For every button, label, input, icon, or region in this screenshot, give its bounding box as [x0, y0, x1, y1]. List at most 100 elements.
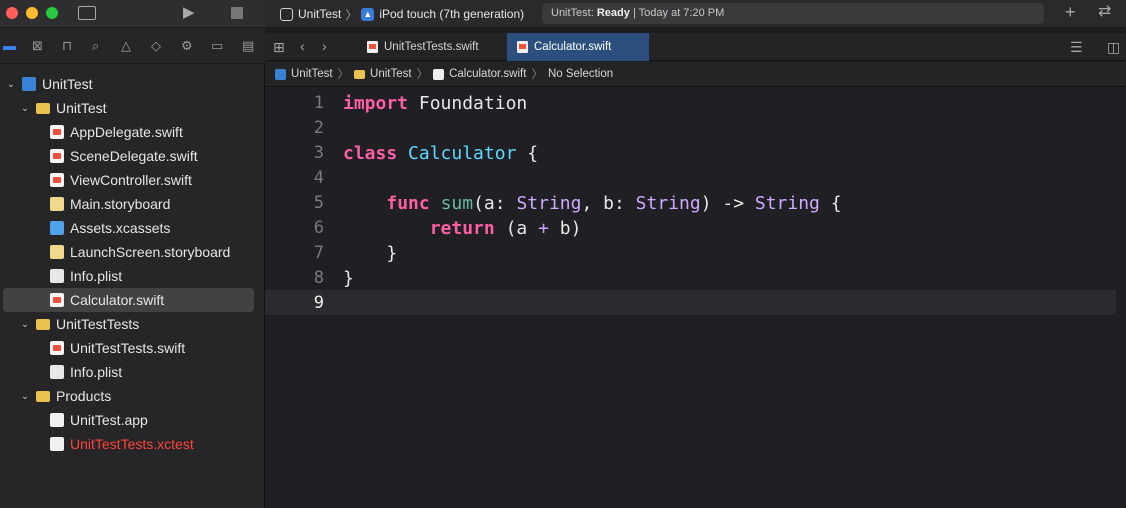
- breakpoint-icon[interactable]: ▭: [211, 39, 223, 52]
- breadcrumb-item[interactable]: UnitTest: [370, 68, 412, 80]
- swift-icon: [50, 173, 64, 187]
- code-line[interactable]: func sum(a: String, b: String) -> String…: [343, 191, 841, 216]
- swift-icon: [50, 293, 64, 307]
- assets-icon: [50, 221, 64, 235]
- forward-icon[interactable]: ›: [322, 39, 327, 53]
- line-number: 2: [313, 118, 324, 138]
- scheme-icon: [280, 7, 293, 21]
- code-token: Calculator: [408, 143, 517, 164]
- tree-item-label: Main.storyboard: [70, 196, 171, 212]
- disclosure-chevron-icon[interactable]: ⌄: [20, 103, 30, 114]
- code-line[interactable]: }: [343, 266, 354, 291]
- line-number: 5: [313, 193, 324, 213]
- line-number: 9: [313, 293, 324, 313]
- tree-item[interactable]: LaunchScreen.storyboard: [0, 240, 265, 264]
- scheme-selector[interactable]: UnitTest 〉 ▲ iPod touch (7th generation): [280, 6, 524, 22]
- code-line[interactable]: }: [343, 241, 397, 266]
- folder-icon: [36, 102, 50, 114]
- close-window-button[interactable]: [6, 7, 18, 19]
- products-icon: [36, 390, 50, 402]
- tree-item[interactable]: Calculator.swift: [3, 288, 254, 312]
- breadcrumb: UnitTest 〉 UnitTest 〉 Calculator.swift 〉…: [265, 62, 1126, 87]
- code-token: Foundation: [408, 93, 528, 114]
- app-icon: [50, 413, 64, 427]
- folder-icon: [354, 69, 366, 79]
- tree-item[interactable]: Assets.xcassets: [0, 216, 265, 240]
- code-review-icon[interactable]: ⇄: [1098, 4, 1111, 20]
- code-token: {: [516, 143, 539, 164]
- code-token: class: [343, 143, 398, 164]
- project-navigator-icon[interactable]: ▬: [3, 39, 16, 52]
- tree-item-label: LaunchScreen.storyboard: [70, 244, 231, 260]
- symbol-navigator-icon[interactable]: ⊓: [62, 39, 72, 52]
- tree-item[interactable]: ⌄ UnitTestTests: [0, 312, 265, 336]
- source-editor[interactable]: 1 import Foundation 2 3 class Calculator {4 5…: [265, 87, 1126, 508]
- editor-options-icon[interactable]: ☰: [1070, 40, 1083, 54]
- stop-icon[interactable]: [231, 7, 243, 19]
- code-line[interactable]: import Foundation: [343, 91, 527, 116]
- test-icon[interactable]: ◇: [151, 39, 161, 52]
- breadcrumb-item[interactable]: Calculator.swift: [449, 68, 526, 80]
- status-state: Ready: [596, 7, 630, 19]
- tree-item[interactable]: UnitTest.app: [0, 408, 265, 432]
- sidebar-toggle-icon[interactable]: [78, 6, 96, 20]
- scheme-label: UnitTest: [298, 7, 342, 21]
- tree-item[interactable]: AppDelegate.swift: [0, 120, 265, 144]
- zoom-window-button[interactable]: [46, 7, 58, 19]
- tree-item[interactable]: UnitTestTests.xctest: [0, 432, 265, 456]
- tree-item[interactable]: ⌄ Products: [0, 384, 265, 408]
- device-icon: ▲: [361, 7, 375, 21]
- tab-label: UnitTestTests.swift: [384, 41, 479, 53]
- tab-unittesttests[interactable]: UnitTestTests.swift: [357, 33, 506, 61]
- source-control-icon[interactable]: ⊠: [32, 39, 43, 52]
- disclosure-chevron-icon[interactable]: ⌄: [6, 79, 16, 90]
- split-editor-icon[interactable]: ◫: [1107, 40, 1120, 54]
- editor-tab-bar: ⊞ ‹ › UnitTestTests.swift Calculator.swi…: [265, 33, 1126, 61]
- code-token: (a: [494, 218, 539, 239]
- breadcrumb-item[interactable]: UnitTest: [291, 68, 333, 80]
- line-number: 3: [313, 143, 324, 163]
- tree-item-label: Assets.xcassets: [70, 220, 171, 236]
- tree-item[interactable]: Main.storyboard: [0, 192, 265, 216]
- minimize-window-button[interactable]: [26, 7, 38, 19]
- disclosure-chevron-icon[interactable]: ⌄: [20, 391, 30, 402]
- chevron-right-icon: 〉: [337, 69, 350, 81]
- report-icon[interactable]: ▤: [242, 39, 254, 52]
- run-icon[interactable]: ▶: [183, 5, 195, 20]
- tree-item-label: UnitTest: [42, 76, 93, 92]
- project-icon: [275, 68, 286, 80]
- tree-item-label: Info.plist: [70, 268, 123, 284]
- issue-icon[interactable]: △: [121, 39, 131, 52]
- folder-icon: [36, 318, 50, 330]
- code-line[interactable]: class Calculator {: [343, 141, 538, 166]
- tree-item[interactable]: ⌄ UnitTest: [0, 72, 265, 96]
- tree-item-label: UnitTest: [56, 100, 107, 116]
- code-line[interactable]: return (a + b): [343, 216, 582, 241]
- tree-item-label: AppDelegate.swift: [70, 124, 183, 140]
- breadcrumb-item[interactable]: No Selection: [548, 68, 613, 80]
- tree-item[interactable]: UnitTestTests.swift: [0, 336, 265, 360]
- tree-item[interactable]: Info.plist: [0, 360, 265, 384]
- tree-item[interactable]: ViewController.swift: [0, 168, 265, 192]
- tree-item-label: Info.plist: [70, 364, 123, 380]
- add-icon[interactable]: +: [1065, 3, 1076, 21]
- tree-item[interactable]: Info.plist: [0, 264, 265, 288]
- tree-item[interactable]: SceneDelegate.swift: [0, 144, 265, 168]
- line-number: 1: [313, 93, 324, 113]
- debug-icon[interactable]: ⚙: [181, 39, 193, 52]
- line-number: 7: [313, 243, 324, 263]
- disclosure-chevron-icon[interactable]: ⌄: [20, 319, 30, 330]
- code-token: sum: [440, 193, 474, 214]
- status-app: UnitTest:: [551, 7, 594, 19]
- tree-item-label: SceneDelegate.swift: [70, 148, 198, 164]
- project-navigator: ⌄ UnitTest ⌄ UnitTest AppDelegate.swift Scene…: [0, 64, 265, 508]
- status-time: Today at 7:20 PM: [638, 7, 725, 19]
- grid-icon[interactable]: ⊞: [273, 40, 285, 54]
- current-line-highlight: [265, 290, 1116, 315]
- find-icon[interactable]: ⌕: [92, 39, 99, 52]
- back-icon[interactable]: ‹: [300, 39, 305, 53]
- tab-calculator[interactable]: Calculator.swift: [507, 33, 649, 61]
- tree-item[interactable]: ⌄ UnitTest: [0, 96, 265, 120]
- line-number: 4: [313, 168, 324, 188]
